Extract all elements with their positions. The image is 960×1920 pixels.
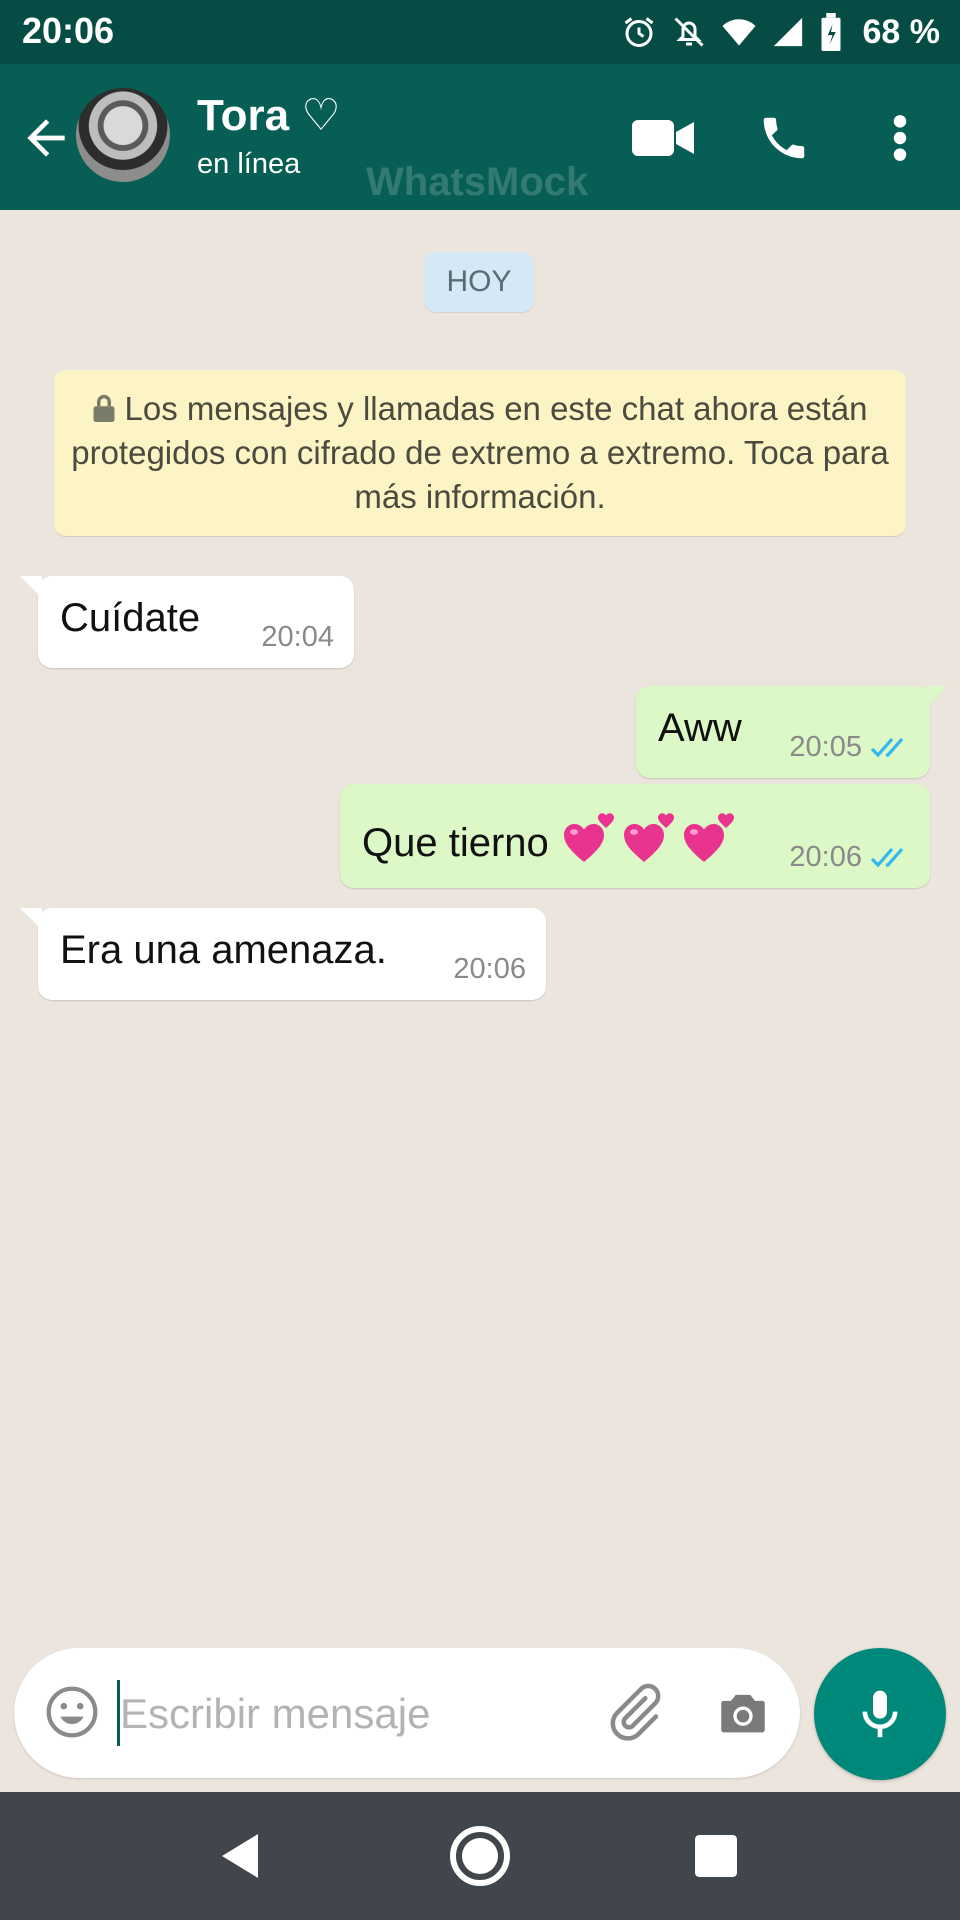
message-incoming[interactable]: Era una amenaza. 20:06 — [20, 908, 546, 1000]
nav-back-icon — [222, 1834, 258, 1878]
lock-icon — [93, 394, 115, 422]
alarm-icon — [624, 17, 653, 47]
avatar[interactable] — [76, 88, 170, 182]
encryption-notice[interactable]: Los mensajes y llamadas en este chat aho… — [54, 370, 906, 536]
message-meta: 20:04 — [261, 621, 334, 654]
message-text: Que tierno — [362, 821, 549, 865]
message-time: 20:06 — [453, 953, 526, 985]
back-arrow-icon — [27, 119, 65, 157]
revolving-hearts-emoji — [560, 813, 740, 865]
message-time: 20:06 — [789, 841, 862, 873]
nav-back-button[interactable] — [200, 1816, 280, 1896]
video-call-button[interactable] — [632, 108, 696, 168]
nav-home-button[interactable] — [440, 1816, 520, 1896]
chat-header: Tora ♡ en línea WhatsMock — [0, 64, 960, 210]
video-call-icon — [632, 120, 694, 156]
message-time: 20:04 — [261, 621, 334, 653]
emoji-button[interactable] — [44, 1684, 100, 1745]
encryption-notice-text: Los mensajes y llamadas en este chat aho… — [71, 390, 889, 515]
attach-button[interactable] — [604, 1682, 664, 1747]
phone-icon — [763, 117, 805, 159]
heart-icon — [623, 813, 674, 862]
read-ticks-icon — [870, 737, 904, 757]
chat-area[interactable]: HOY Los mensajes y llamadas en este chat… — [0, 210, 960, 1790]
battery-icon — [821, 13, 840, 51]
nav-home-icon — [450, 1826, 510, 1886]
bubble-tail — [926, 686, 948, 708]
bubble-tail — [20, 908, 42, 930]
mic-icon — [862, 1690, 898, 1738]
voice-call-button[interactable] — [752, 108, 816, 168]
nav-recents-icon — [695, 1835, 737, 1877]
camera-button[interactable] — [714, 1684, 772, 1747]
heart-icon — [683, 813, 734, 862]
message-text: Era una amenaza. — [60, 928, 387, 972]
status-time: 20:06 — [22, 10, 115, 51]
contact-status: en línea — [197, 148, 301, 180]
watermark: WhatsMock — [366, 160, 589, 204]
heart-icon — [563, 813, 614, 862]
message-meta: 20:06 — [789, 841, 910, 874]
wifi-icon — [722, 19, 755, 46]
message-outgoing[interactable]: Que tierno 20:06 — [340, 784, 930, 888]
message-input[interactable] — [118, 1676, 582, 1752]
battery-percent: 68 % — [862, 12, 941, 51]
more-vert-icon — [893, 115, 907, 161]
back-button[interactable] — [18, 110, 74, 166]
message-meta: 20:06 — [453, 953, 526, 986]
message-incoming[interactable]: Cuídate 20:04 — [20, 576, 354, 668]
message-text: Cuídate — [60, 596, 201, 640]
attach-icon — [610, 1683, 661, 1741]
status-bar: 20:06 68 % — [0, 0, 960, 64]
more-options-button[interactable] — [868, 108, 932, 168]
nav-recents-button[interactable] — [676, 1816, 756, 1896]
message-time: 20:05 — [789, 731, 862, 763]
signal-icon — [773, 17, 802, 47]
system-nav-bar — [0, 1792, 960, 1920]
message-composer — [14, 1648, 800, 1778]
notifications-off-icon — [673, 17, 704, 47]
message-meta: 20:05 — [789, 731, 910, 764]
message-text-row: Que tierno — [362, 810, 740, 866]
message-outgoing[interactable]: Aww 20:05 — [636, 686, 948, 778]
mic-button[interactable] — [814, 1648, 946, 1780]
message-text: Aww — [658, 706, 742, 750]
emoji-icon — [46, 1686, 98, 1738]
contact-name[interactable]: Tora ♡ — [197, 90, 341, 141]
status-icons: 68 % — [621, 10, 941, 54]
date-chip: HOY — [424, 252, 534, 312]
read-ticks-icon — [870, 847, 904, 867]
bubble-tail — [20, 576, 42, 598]
camera-icon — [721, 1694, 765, 1733]
